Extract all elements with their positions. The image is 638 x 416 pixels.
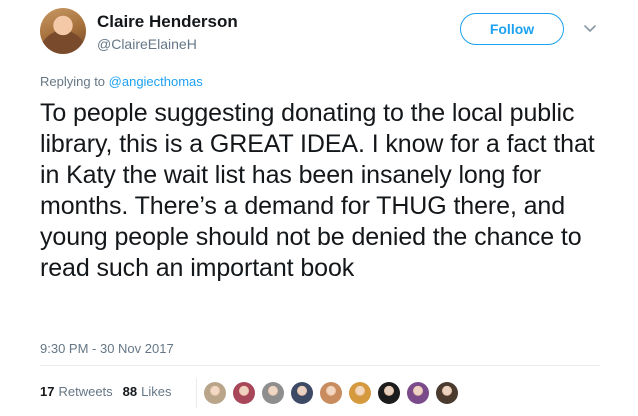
liker-avatar[interactable] [320,382,342,404]
chevron-down-icon[interactable] [581,20,599,38]
tweet-stats: 17 Retweets 88 Likes [40,384,182,399]
likes-stat[interactable]: 88 Likes [123,384,172,399]
liker-avatar[interactable] [436,382,458,404]
liker-avatar[interactable] [349,382,371,404]
liker-avatar[interactable] [291,382,313,404]
likes-count: 88 [122,384,138,399]
liker-avatar[interactable] [233,382,255,404]
timestamp[interactable]: 9:30 PM - 30 Nov 2017 [40,341,174,356]
tweet-text: To people suggesting donating to the loc… [40,99,595,282]
liker-avatar[interactable] [378,382,400,404]
retweets-label: Retweets [58,384,113,399]
reply-prefix: Replying to [40,74,109,89]
retweets-count: 17 [40,384,55,399]
reply-context: Replying to @angiecthomas [40,74,203,89]
author-name[interactable]: Claire Henderson [97,12,238,32]
avatar[interactable] [40,8,86,54]
liker-avatars [196,378,458,408]
author-handle[interactable]: @ClaireElaineH [97,36,197,52]
liker-avatar[interactable] [262,382,284,404]
divider-top [40,365,600,366]
reply-mention-link[interactable]: @angiecthomas [109,74,203,89]
liker-avatar[interactable] [204,382,226,404]
follow-button[interactable]: Follow [460,13,564,45]
retweets-stat[interactable]: 17 Retweets [40,384,113,399]
liker-avatar[interactable] [407,382,429,404]
likes-label: Likes [141,384,172,399]
